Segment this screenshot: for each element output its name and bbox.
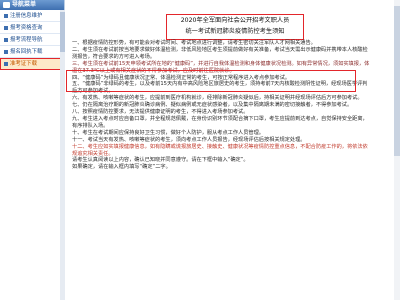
nav-item-label: 报考资格查询 (10, 24, 43, 31)
notice-paragraph: 如果确定，请在输入框内填写“确定”二字。 (72, 164, 171, 171)
nav-item-qualification-query[interactable]: 报考资格查询 (0, 22, 64, 34)
nav-item-register-info[interactable]: 注册信息维护 (0, 10, 64, 22)
nav-list: 注册信息维护 报考资格查询 报考流程导航 报名回执下载 准考证下载 (0, 10, 64, 70)
sidebar-nav: 导航菜单 注册信息维护 报考资格查询 报考流程导航 报名回执下载 准考证下载 (0, 0, 65, 300)
bullet-icon (4, 61, 8, 66)
sidebar-scrollbar-thumb[interactable] (60, 12, 65, 52)
notice-paragraph: 九、考生进入考点时应自备口罩，并全程规范佩戴，在身份识别环节须配合摘下口罩，考生… (72, 115, 368, 129)
content-scrollbar-thumb[interactable] (394, 6, 400, 156)
content-scrollbar[interactable] (394, 0, 400, 300)
main-content: 2020年全军面向社会公开招考文职人员 统一考试新冠肺炎疫情防控考生须知 一、根… (66, 0, 400, 300)
notice-title-line1: 2020年全军面向社会公开招考文职人员 (180, 17, 290, 24)
nav-item-process-guide[interactable]: 报考流程导航 (0, 34, 64, 46)
nav-item-label: 准考证下载 (10, 60, 37, 67)
annotation-highlight-box (66, 70, 356, 92)
notice-body: 一、根据疫情防控形势，有可能会对考试时间、考试地点进行调整，请考生密切关注军队人… (72, 40, 372, 171)
notice-paragraph: 十一、考试当天有发热、咳嗽等症状的考生，须向考点工作人员报告，经现场评估后按相关… (72, 136, 306, 143)
notice-paragraph: 二、考生须在考试前按当地要求做好体温检测，非低风险地区考生须提前做好有关准备，考… (72, 46, 368, 60)
sidebar-title: 导航菜单 (12, 1, 37, 8)
bullet-icon (4, 13, 8, 18)
notice-paragraph: 十、考生在考试期间应保持良好卫生习惯，做好个人防护，服从考点工作人员管理。 (72, 129, 264, 136)
notice-title: 2020年全军面向社会公开招考文职人员 统一考试新冠肺炎疫情防控考生须知 (166, 14, 304, 40)
nav-item-receipt-download[interactable]: 报名回执下载 (0, 46, 64, 58)
nav-item-label: 报名回执下载 (10, 48, 43, 55)
notice-paragraph: 八、按照疫情防控要求，无法提供健康证明的考生，不得进入考场参加考试。 (72, 109, 249, 116)
notice-paragraph: 十二、考生应如实填报健康信息，如有隐瞒或谎报旅居史、接触史、健康状况等疫情防控重… (72, 143, 368, 157)
bullet-icon (4, 49, 8, 54)
bullet-icon (4, 25, 8, 30)
nav-item-label: 报考流程导航 (10, 36, 43, 43)
menu-icon (3, 2, 10, 8)
nav-item-admission-ticket-download[interactable]: 准考证下载 (0, 58, 64, 70)
nav-item-label: 注册信息维护 (10, 12, 43, 19)
sidebar-scrollbar[interactable] (60, 10, 65, 300)
sidebar-header: 导航菜单 (0, 0, 64, 10)
bullet-icon (4, 37, 8, 42)
notice-title-line2: 统一考试新冠肺炎疫情防控考生须知 (185, 28, 285, 35)
notice-paragraph: 一、根据疫情防控形势，有可能会对考试时间、考试地点进行调整，请考生密切关注军队人… (72, 40, 316, 46)
